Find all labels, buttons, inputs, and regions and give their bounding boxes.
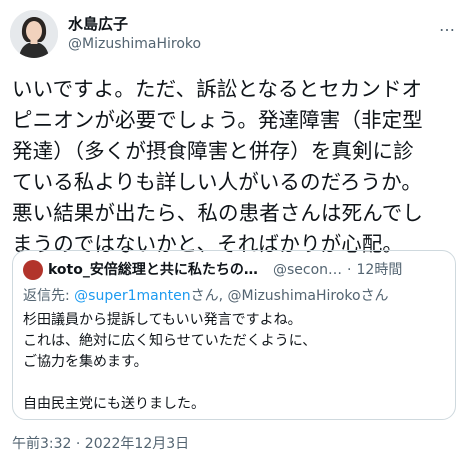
reply-prefix: 返信先: bbox=[23, 288, 75, 304]
quoted-author-name: koto_安倍総理と共に私たちの美しい日… bbox=[48, 261, 268, 278]
tweet-text: いいですよ。ただ、訴訟となるとセカンドオ ピニオンが必要でしょう。発達障害（非定… bbox=[12, 74, 464, 260]
quoted-tweet-header: koto_安倍総理と共に私たちの美しい日… @secon… · 12時間 bbox=[23, 259, 445, 281]
tweet-timestamp[interactable]: 午前3:32 · 2022年12月3日 bbox=[12, 433, 189, 453]
author-handle[interactable]: @MizushimaHiroko bbox=[68, 34, 201, 54]
author-avatar[interactable] bbox=[10, 10, 58, 58]
quoted-line: ご協力を集めます。 bbox=[23, 354, 148, 370]
more-options-icon[interactable]: … bbox=[439, 16, 456, 35]
quoted-tweet-text: 杉田議員から提訴してもいい発言ですよね。 これは、絶対に広く知らせていただくよう… bbox=[23, 310, 445, 415]
reply-mention-1[interactable]: @super1manten bbox=[74, 288, 190, 304]
quoted-tweet-card[interactable]: koto_安倍総理と共に私たちの美しい日… @secon… · 12時間 返信先… bbox=[12, 250, 456, 420]
tweet-line: ている私よりも詳しい人がいるのだろうか。 bbox=[12, 170, 422, 194]
quoted-author-avatar bbox=[23, 260, 43, 280]
reply-to-line: 返信先: @super1mantenさん, @MizushimaHirokoさん bbox=[23, 286, 445, 307]
quoted-line: 自由民主党にも送りました。 bbox=[23, 396, 205, 412]
quoted-author-handle: @secon… bbox=[273, 261, 343, 278]
tweet-line: 発達）（多くが摂食障害と併存）を真剣に診 bbox=[12, 139, 414, 163]
tweet-line: いいですよ。ただ、訴訟となるとセカンドオ bbox=[12, 77, 423, 101]
quoted-tweet-time: 12時間 bbox=[356, 261, 403, 278]
reply-suffix-2: さん bbox=[360, 288, 389, 304]
separator-dot: · bbox=[347, 261, 352, 278]
tweet-header: 水島広子 @MizushimaHiroko … bbox=[10, 10, 464, 66]
tweet-line: ピニオンが必要でしょう。発達障害（非定型 bbox=[12, 108, 423, 132]
reply-mention-2[interactable]: @MizushimaHiroko bbox=[227, 288, 360, 304]
quoted-line: 杉田議員から提訴してもいい発言ですよね。 bbox=[23, 312, 302, 328]
tweet-line: 悪い結果が出たら、私の患者さんは死んでし bbox=[12, 201, 423, 225]
reply-suffix-1: さん, bbox=[190, 288, 228, 304]
quoted-line bbox=[23, 373, 445, 394]
author-display-name[interactable]: 水島広子 bbox=[68, 15, 201, 34]
quoted-line: これは、絶対に広く知らせていただくように、 bbox=[23, 333, 317, 349]
